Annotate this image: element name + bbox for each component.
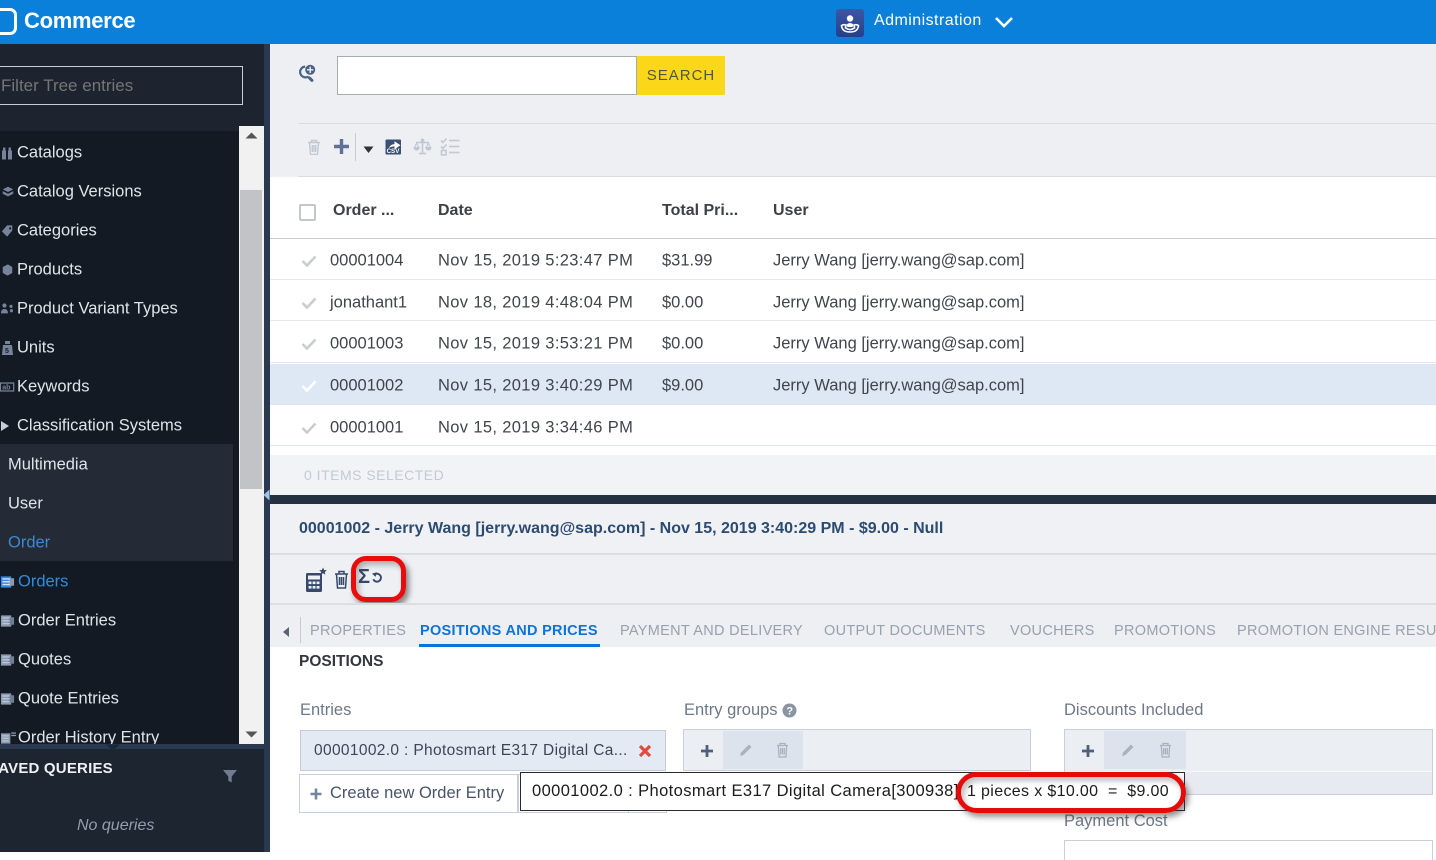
- svg-text:?: ?: [786, 705, 793, 717]
- svg-text:ab: ab: [2, 385, 11, 392]
- svg-text:CSV: CSV: [387, 148, 401, 155]
- svg-text:5: 5: [5, 348, 9, 355]
